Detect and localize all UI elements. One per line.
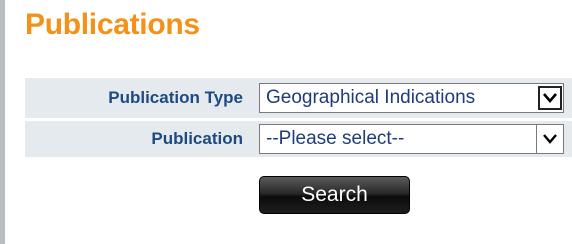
publication-field-cell: --Please select-- [253,121,572,157]
left-border [0,0,5,244]
publication-type-selected-value: Geographical Indications [266,87,476,108]
publication-type-select[interactable]: Geographical Indications [259,83,564,113]
publication-type-row: Publication Type Geographical Indication… [25,78,572,118]
publication-row: Publication --Please select-- [25,121,572,157]
publication-select[interactable]: --Please select-- [259,124,564,154]
publication-type-dropdown-button[interactable] [538,86,562,110]
publication-selected-value: --Please select-- [266,128,405,149]
chevron-down-icon [543,93,557,103]
publication-dropdown-button[interactable] [536,125,563,153]
publication-type-label: Publication Type [108,88,243,107]
page-title: Publications [25,8,200,41]
publications-page: Publications Publication Type Geographic… [0,0,572,244]
publication-label: Publication [151,129,243,148]
chevron-down-icon [543,134,557,144]
publication-type-label-cell: Publication Type [25,78,253,118]
publication-search-form: Publication Type Geographical Indication… [25,78,572,160]
publication-type-field-cell: Geographical Indications [253,78,572,118]
search-button-row: Search [259,176,410,214]
publication-label-cell: Publication [25,121,253,157]
search-button[interactable]: Search [259,176,410,214]
